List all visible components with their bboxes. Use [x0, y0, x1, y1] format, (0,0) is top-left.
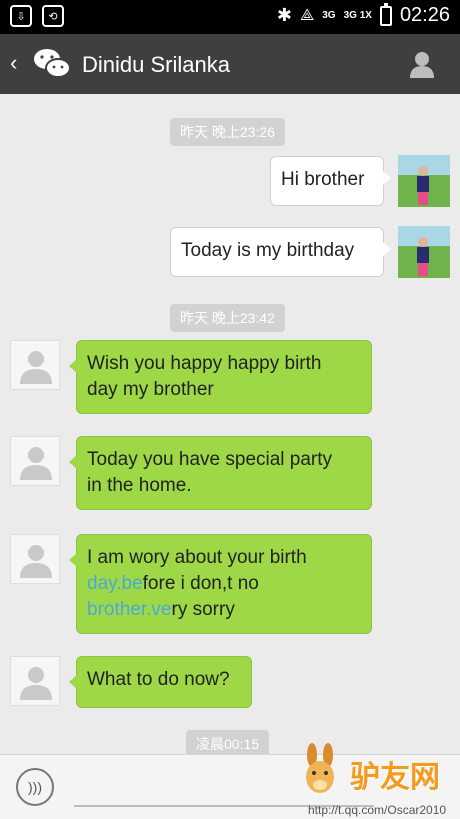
watermark-url: http://t.qq.com/Oscar2010: [308, 803, 447, 817]
contact-avatar[interactable]: [10, 436, 60, 486]
message-line: I am wory about your birth: [87, 547, 307, 568]
donkey-mascot-icon: [306, 743, 334, 793]
status-bar: ⇩ ⟲ ✱ ⟁ 3G 3G 1X 02:26: [0, 0, 460, 34]
incoming-message[interactable]: What to do now?: [69, 656, 252, 708]
back-icon[interactable]: ‹: [10, 50, 17, 76]
bluetooth-icon: ✱: [276, 5, 292, 25]
incoming-message[interactable]: I am wory about your birth day.before i …: [69, 534, 372, 634]
message-line: brother.very sorry: [87, 597, 361, 623]
incoming-message[interactable]: Today you have special party in the home…: [69, 436, 372, 510]
contact-avatar[interactable]: [10, 534, 60, 584]
sound-wave-icon: ))): [28, 779, 42, 795]
clock: 02:26: [399, 4, 450, 26]
link-text[interactable]: day.be: [87, 573, 143, 594]
message-line: day.before i don,t no: [87, 571, 361, 597]
message-line: Wish you happy happy birth: [87, 353, 322, 374]
sync-icon: ⟲: [42, 5, 64, 27]
message-text: ry sorry: [171, 599, 235, 620]
network-label-2: 3G 1X: [343, 9, 372, 21]
chat-header: ‹ Dinidu Srilanka: [0, 34, 460, 94]
message-line: in the home.: [87, 475, 192, 496]
incoming-message[interactable]: Wish you happy happy birth day my brothe…: [69, 340, 372, 414]
contact-avatar[interactable]: [10, 656, 60, 706]
message-line: day my brother: [87, 379, 214, 400]
profile-icon[interactable]: [408, 50, 436, 78]
timestamp: 昨天 晚上23:26: [170, 118, 285, 146]
chat-area[interactable]: 昨天 晚上23:26 Hi brother Today is my birthd…: [0, 94, 460, 758]
network-label-1: 3G: [322, 9, 336, 21]
download-icon: ⇩: [10, 5, 32, 27]
voice-input-button[interactable]: ))): [16, 768, 54, 806]
outgoing-message[interactable]: Hi brother: [270, 156, 391, 206]
my-avatar[interactable]: [398, 155, 450, 207]
link-text[interactable]: brother.ve: [87, 599, 172, 620]
wechat-logo-icon: [34, 49, 71, 78]
message-text: fore i don,t no: [142, 573, 259, 594]
contact-avatar[interactable]: [10, 340, 60, 390]
my-avatar[interactable]: [398, 226, 450, 278]
outgoing-message[interactable]: Today is my birthday: [170, 227, 391, 277]
battery-icon: [379, 2, 392, 26]
contact-name: Dinidu Srilanka: [82, 52, 230, 77]
message-line: Today you have special party: [87, 449, 333, 470]
watermark-logo-text: 驴友网: [350, 761, 440, 794]
timestamp: 昨天 晚上23:42: [170, 304, 285, 332]
no-sim-icon: ⟁: [299, 6, 315, 24]
